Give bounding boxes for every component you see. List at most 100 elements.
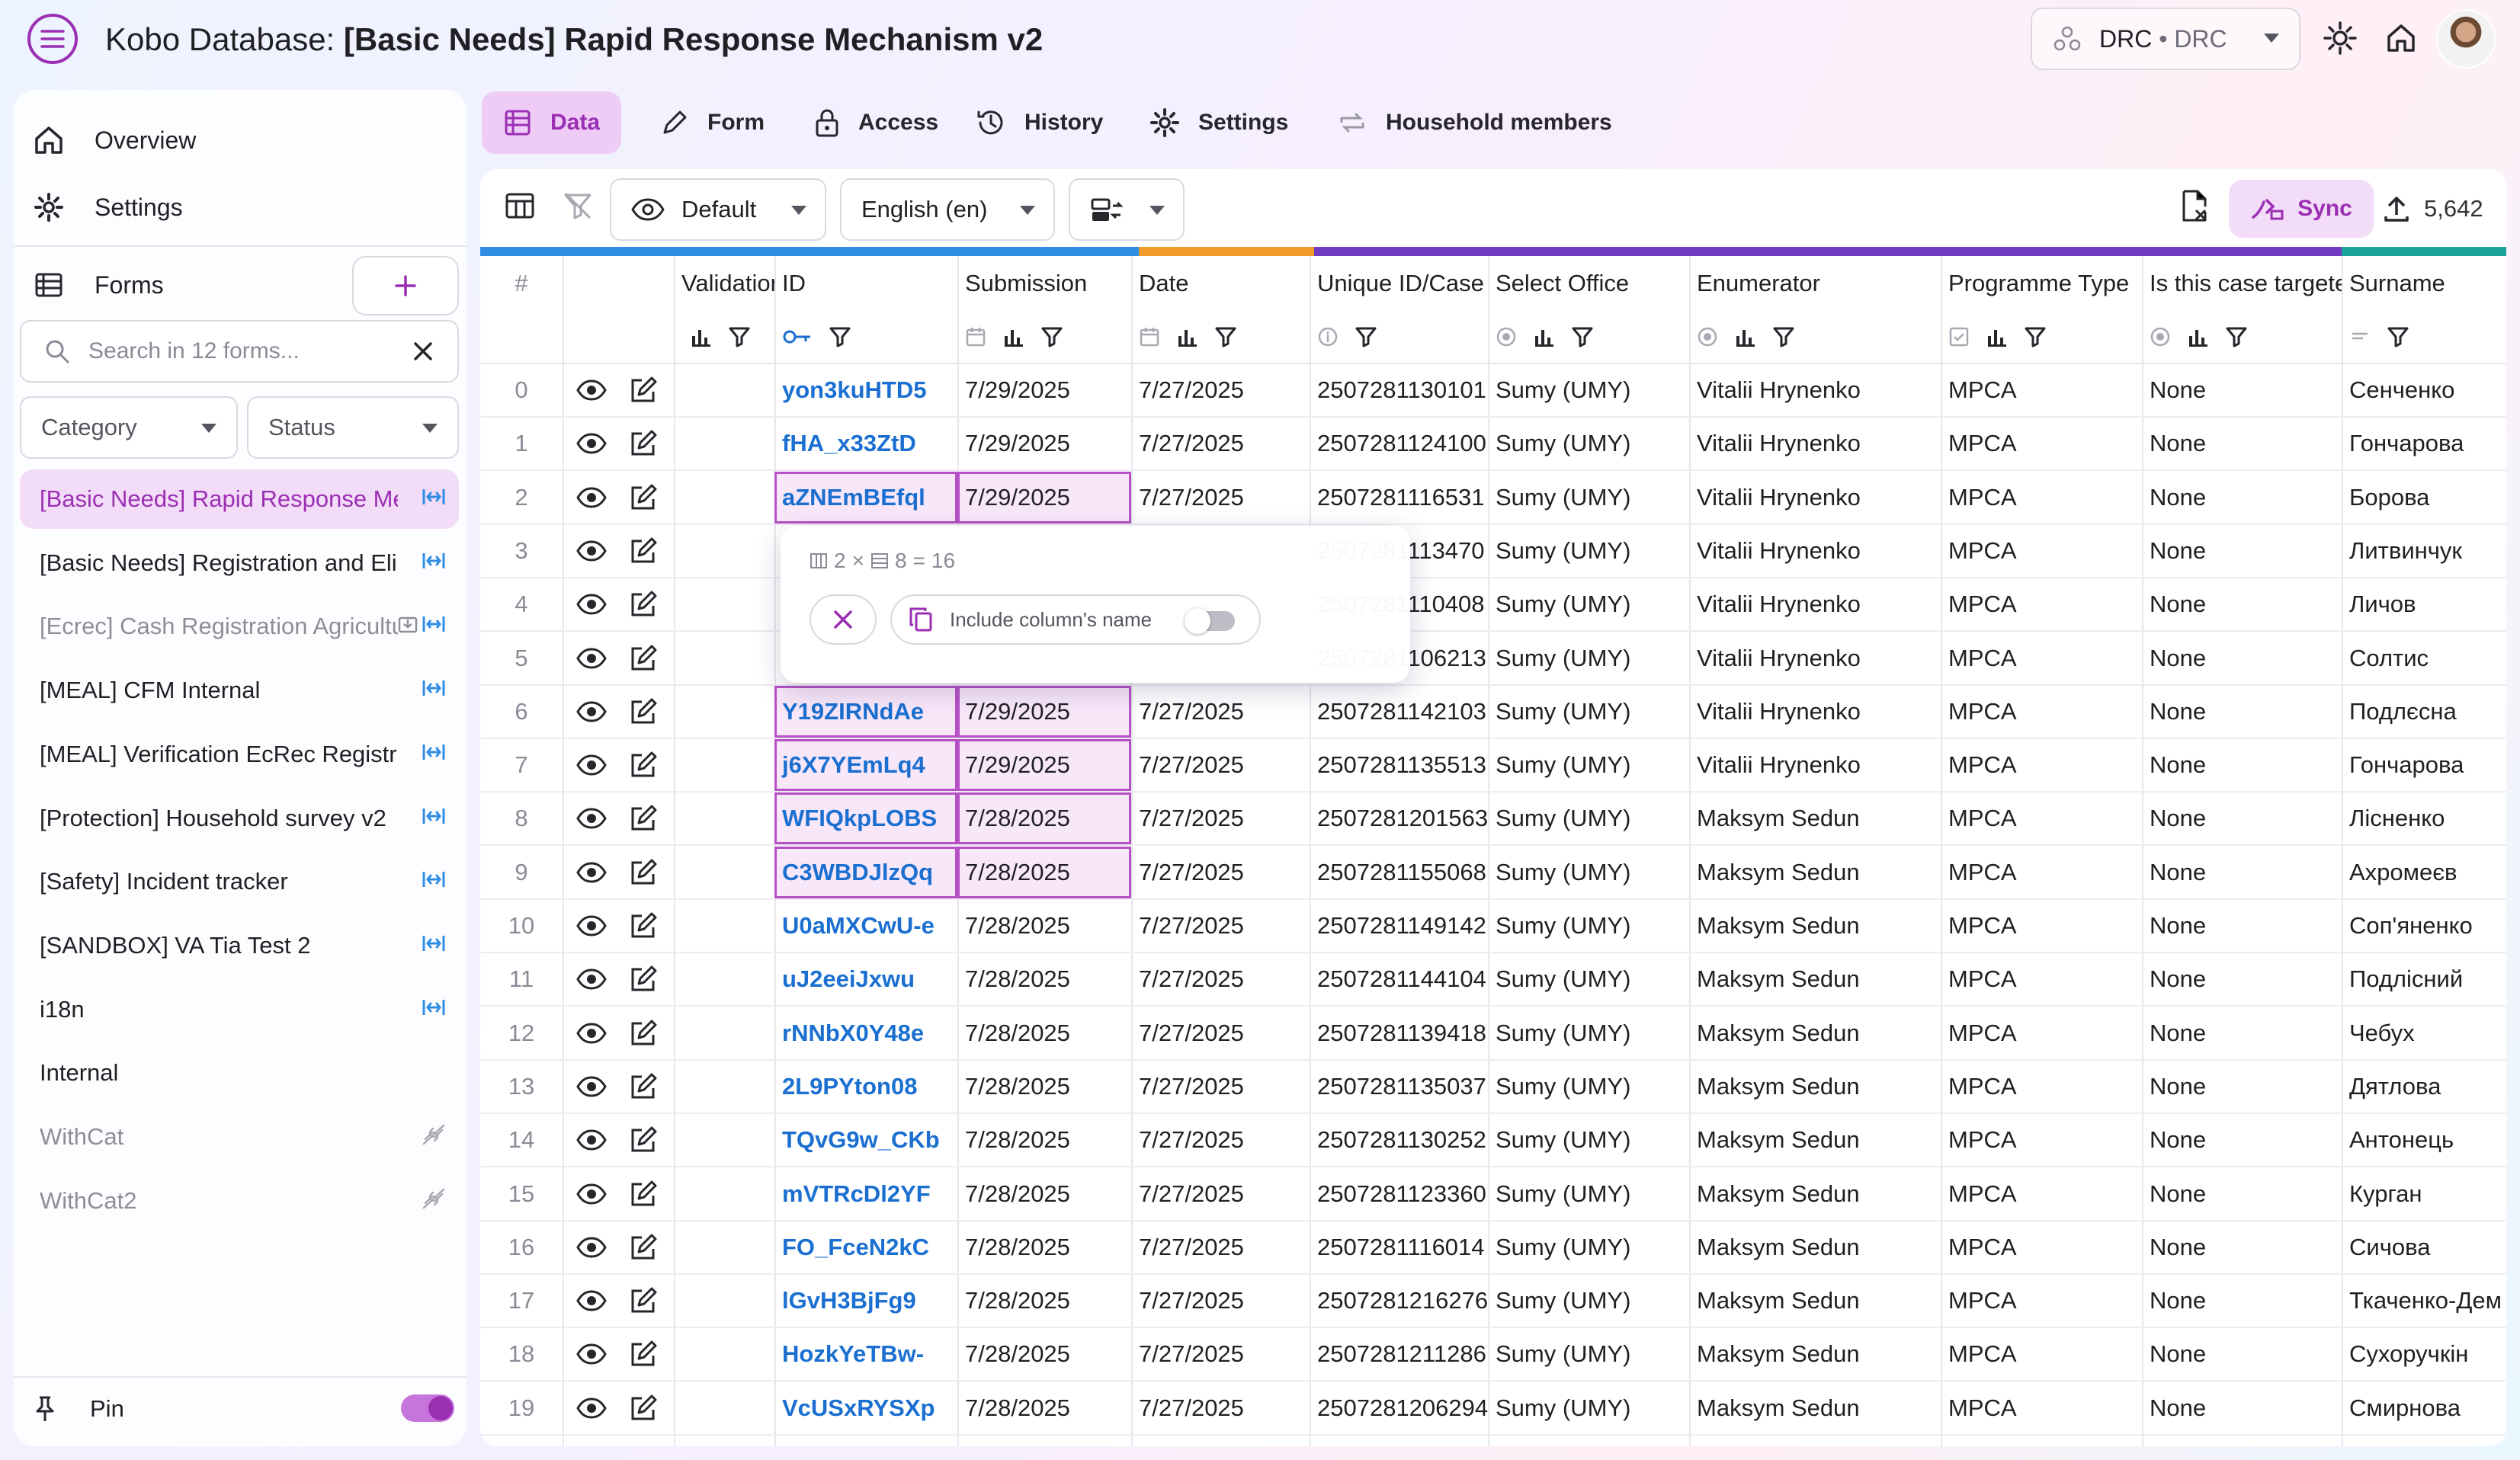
eye-icon[interactable] <box>576 647 607 669</box>
sidebar-form-item[interactable]: [MEAL] Verification EcRec Registration <box>20 725 459 784</box>
cell-id[interactable]: 2L9PYton08 <box>774 1061 957 1113</box>
cell-id[interactable]: VcUSxRYSXp <box>774 1382 957 1434</box>
user-avatar[interactable] <box>2436 9 2496 69</box>
table-row[interactable]: 6 Y19ZIRNdAe 7/29/2025 7/27/2025 25072811421… <box>480 685 2506 739</box>
validation-cell[interactable] <box>674 1061 774 1113</box>
chart-icon[interactable] <box>1986 327 2008 347</box>
eye-icon[interactable] <box>576 487 607 508</box>
close-icon[interactable] <box>412 340 434 363</box>
cell-id[interactable]: j6X7YEmLq4 <box>774 739 957 792</box>
table-row[interactable]: 8 WFIQkpLOBS 7/28/2025 7/27/2025 25072812015… <box>480 792 2506 847</box>
column-header-unique-id[interactable]: Unique ID/Case <box>1310 256 1488 311</box>
sidebar-form-item[interactable]: [Basic Needs] Rapid Response Mechanism v… <box>20 469 459 529</box>
eye-icon[interactable] <box>576 1290 607 1311</box>
category-select[interactable]: Category <box>20 396 238 459</box>
table-row[interactable]: 2 aZNEmBEfql 7/29/2025 7/27/2025 25072811165… <box>480 471 2506 525</box>
edit-icon[interactable] <box>630 805 657 832</box>
cell-id[interactable]: yon3kuHTD5 <box>774 364 957 416</box>
column-header-date[interactable]: Date <box>1131 256 1310 311</box>
edit-icon[interactable] <box>630 1126 657 1154</box>
validation-cell[interactable] <box>674 1168 774 1220</box>
table-row[interactable]: 7 j6X7YEmLq4 7/29/2025 7/27/2025 25072811355… <box>480 739 2506 793</box>
cell-id[interactable]: uJ2eeiJxwu <box>774 953 957 1005</box>
table-row[interactable]: 17 lGvH3BjFg9 7/28/2025 7/27/2025 2507281216… <box>480 1275 2506 1329</box>
tab-access[interactable]: Access <box>793 91 960 154</box>
theme-toggle-button[interactable] <box>2317 15 2363 61</box>
validation-cell[interactable] <box>674 525 774 577</box>
cell-id[interactable]: TQvG9w_CKb <box>774 1114 957 1166</box>
sidebar-form-item[interactable]: [Protection] Household survey v2 <box>20 789 459 848</box>
status-select[interactable]: Status <box>247 396 459 459</box>
column-header-targeted[interactable]: Is this case targeted <box>2142 256 2342 311</box>
filter-icon[interactable] <box>2025 326 2046 347</box>
cell-id[interactable]: U0aMXCwU-e <box>774 900 957 952</box>
eye-icon[interactable] <box>576 379 607 401</box>
validation-cell[interactable] <box>674 739 774 791</box>
table-row[interactable]: 13 2L9PYton08 7/28/2025 7/27/2025 2507281135… <box>480 1061 2506 1114</box>
table-row[interactable]: 19 VcUSxRYSXp 7/28/2025 7/27/2025 2507281206… <box>480 1382 2506 1436</box>
cell-id[interactable]: rNNbX0Y48e <box>774 1007 957 1059</box>
eye-icon[interactable] <box>576 862 607 883</box>
edit-icon[interactable] <box>630 591 657 618</box>
validation-cell[interactable] <box>674 578 774 630</box>
validation-cell[interactable] <box>674 632 774 684</box>
sidebar-form-item[interactable]: [Ecrec] Cash Registration Agriculture <box>20 597 459 656</box>
validation-cell[interactable] <box>674 364 774 416</box>
sidebar-form-item[interactable]: WithCat <box>20 1107 459 1167</box>
close-selection-button[interactable] <box>810 594 877 645</box>
validation-cell[interactable] <box>674 1114 774 1166</box>
table-row[interactable]: 9 C3WBDJlzQq 7/28/2025 7/27/2025 25072811550… <box>480 846 2506 900</box>
eye-icon[interactable] <box>576 701 607 722</box>
filter-icon[interactable] <box>1572 326 1593 347</box>
eye-icon[interactable] <box>576 1023 607 1044</box>
menu-button[interactable] <box>27 14 78 64</box>
edit-icon[interactable] <box>630 1340 657 1368</box>
table-row[interactable]: 0 yon3kuHTD5 7/29/2025 7/27/2025 25072811301… <box>480 364 2506 418</box>
sidebar-item-overview[interactable]: Overview <box>34 117 196 163</box>
sync-button[interactable]: Sync <box>2229 180 2374 238</box>
cell-id[interactable]: HozkYeTBw- <box>774 1328 957 1380</box>
filter-icon[interactable] <box>2226 326 2247 347</box>
eye-icon[interactable] <box>576 1237 607 1258</box>
eye-icon[interactable] <box>576 540 607 562</box>
add-form-button[interactable] <box>352 256 459 315</box>
edit-icon[interactable] <box>630 376 657 404</box>
eye-icon[interactable] <box>576 969 607 990</box>
chart-icon[interactable] <box>1534 327 1555 347</box>
sidebar-form-item[interactable]: [SANDBOX] VA Tia Test 2 <box>20 916 459 975</box>
edit-icon[interactable] <box>630 537 657 565</box>
edit-icon[interactable] <box>630 1394 657 1422</box>
cell-id[interactable]: aZNEmBEfql <box>774 471 957 523</box>
column-header-submission[interactable]: Submission <box>957 256 1131 311</box>
eye-icon[interactable] <box>576 754 607 776</box>
label-mode-select[interactable] <box>1069 178 1185 241</box>
column-header-enumerator[interactable]: Enumerator <box>1689 256 1941 311</box>
tab-form[interactable]: Form <box>639 91 786 154</box>
edit-icon[interactable] <box>630 859 657 886</box>
edit-icon[interactable] <box>630 912 657 940</box>
validation-cell[interactable] <box>674 953 774 1005</box>
edit-icon[interactable] <box>630 430 657 457</box>
table-row[interactable]: 11 uJ2eeiJxwu 7/28/2025 7/27/2025 2507281144… <box>480 953 2506 1007</box>
sidebar-item-settings[interactable]: Settings <box>34 184 183 230</box>
eye-icon[interactable] <box>576 1183 607 1205</box>
validation-cell[interactable] <box>674 1275 774 1327</box>
tab-household-members[interactable]: Household members <box>1316 91 1634 154</box>
eye-icon[interactable] <box>576 1129 607 1151</box>
validation-cell[interactable] <box>674 686 774 738</box>
table-row[interactable]: 15 mVTRcDl2YF 7/28/2025 7/27/2025 2507281123… <box>480 1168 2506 1221</box>
validation-cell[interactable] <box>674 418 774 469</box>
search-input[interactable] <box>88 338 393 364</box>
chart-icon[interactable] <box>1003 327 1024 347</box>
validation-cell[interactable] <box>674 1221 774 1273</box>
chart-icon[interactable] <box>1735 327 1756 347</box>
eye-icon[interactable] <box>576 594 607 615</box>
table-row[interactable]: 18 HozkYeTBw- 7/28/2025 7/27/2025 2507281211… <box>480 1328 2506 1382</box>
sidebar-form-item[interactable]: Internal <box>20 1043 459 1103</box>
workspace-selector[interactable]: DRC • DRC <box>2031 8 2300 70</box>
validation-cell[interactable] <box>674 847 774 898</box>
filter-icon[interactable] <box>729 326 750 347</box>
column-header-office[interactable]: Select Office <box>1488 256 1689 311</box>
validation-cell[interactable] <box>674 1382 774 1434</box>
table-row[interactable]: 16 FO_FceN2kC 7/28/2025 7/27/2025 2507281116… <box>480 1221 2506 1275</box>
